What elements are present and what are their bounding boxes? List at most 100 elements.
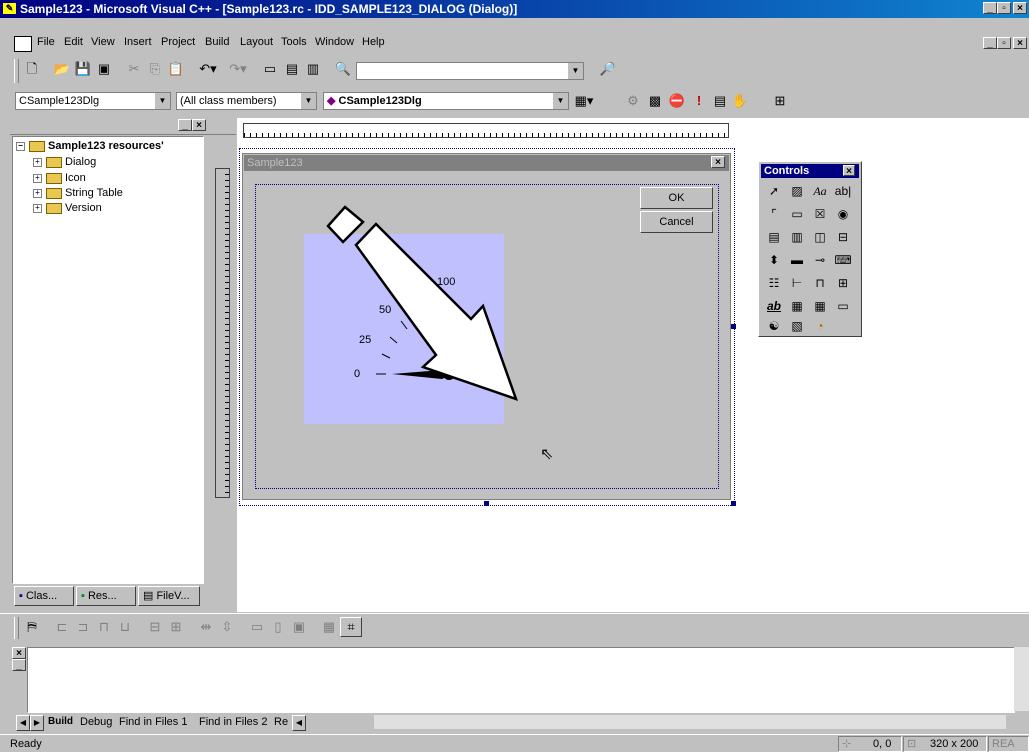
member-combo[interactable]: ◆ CSample123Dlg ▼ bbox=[323, 92, 569, 110]
redo-icon[interactable]: ↷▾ bbox=[228, 59, 248, 79]
hotkey-tool-icon[interactable]: ⌨ bbox=[832, 249, 854, 271]
output-icon[interactable]: ▤ bbox=[282, 59, 302, 79]
tab-scroll-left-icon[interactable]: ◀ bbox=[16, 715, 30, 731]
menu-file[interactable]: File bbox=[37, 36, 55, 48]
stop-build-icon[interactable]: ⛔ bbox=[667, 91, 687, 111]
align-left-icon[interactable]: ⊏ bbox=[52, 617, 72, 637]
menu-view[interactable]: View bbox=[91, 36, 115, 48]
resize-handle-corner[interactable] bbox=[731, 501, 736, 506]
output-float-button[interactable]: _ bbox=[12, 659, 26, 671]
gauge-tool-icon[interactable]: ◔ bbox=[809, 315, 831, 337]
tree-item-string-table[interactable]: + String Table bbox=[33, 187, 123, 199]
tree-item-version[interactable]: + Version bbox=[33, 202, 102, 214]
richedit-tool-icon[interactable]: ab bbox=[763, 295, 785, 317]
cut-icon[interactable]: ✂ bbox=[124, 59, 144, 79]
menu-tools[interactable]: Tools bbox=[281, 36, 307, 48]
slider-tool-icon[interactable]: ⊸ bbox=[809, 249, 831, 271]
pointer-tool-icon[interactable]: ➚ bbox=[763, 180, 785, 202]
make-same-size-icon[interactable]: ▣ bbox=[289, 617, 309, 637]
build-icon[interactable]: ▩ bbox=[645, 91, 665, 111]
tree-tool-icon[interactable]: ⊢ bbox=[786, 272, 808, 294]
hscroll-tool-icon[interactable]: ◫ bbox=[809, 226, 831, 248]
workspace-icon[interactable]: ▭ bbox=[260, 59, 280, 79]
filter-combo[interactable]: (All class members) ▼ bbox=[176, 92, 317, 110]
vscroll-tool-icon[interactable]: ⊟ bbox=[832, 226, 854, 248]
tab-scroll-right-icon[interactable]: ▶ bbox=[30, 715, 44, 731]
menu-layout[interactable]: Layout bbox=[240, 36, 273, 48]
toggle-grid-icon[interactable]: ▦ bbox=[319, 617, 339, 637]
undo-icon[interactable]: ↶▾ bbox=[198, 59, 218, 79]
space-down-icon[interactable]: ⇳ bbox=[217, 617, 237, 637]
resize-handle-right[interactable] bbox=[731, 324, 736, 329]
test-dialog-icon[interactable]: ⊞ bbox=[770, 91, 790, 111]
tab-find-in-files-1[interactable]: Find in Files 1 bbox=[119, 716, 187, 728]
copy-icon[interactable]: ⎘ bbox=[145, 59, 165, 79]
tab-fileview[interactable]: ▤ FileV... bbox=[138, 586, 200, 606]
center-vertical-icon[interactable]: ⊟ bbox=[145, 617, 165, 637]
doc-minimize-button[interactable]: _ bbox=[983, 37, 997, 49]
listctrl-tool-icon[interactable]: ☷ bbox=[763, 272, 785, 294]
compile-icon[interactable]: ⚙ bbox=[623, 91, 643, 111]
close-button[interactable]: × bbox=[1013, 2, 1027, 14]
tab-resourceview[interactable]: ▪ Res... bbox=[76, 586, 136, 606]
toggle-guides-icon[interactable]: ⌗ bbox=[340, 617, 362, 637]
spin-tool-icon[interactable]: ⬍ bbox=[763, 249, 785, 271]
resource-tree[interactable]: − Sample123 resources' + Dialog + Icon + Str… bbox=[12, 136, 204, 584]
picture-tool-icon[interactable]: ▨ bbox=[786, 180, 808, 202]
save-icon[interactable]: 💾 bbox=[73, 59, 93, 79]
menu-window[interactable]: Window bbox=[315, 36, 354, 48]
output-pane[interactable] bbox=[27, 647, 1015, 713]
button-tool-icon[interactable]: ▭ bbox=[786, 203, 808, 225]
workspace-close-button[interactable]: × bbox=[192, 119, 206, 131]
maximize-button[interactable]: ▫ bbox=[997, 2, 1011, 14]
tree-item-dialog[interactable]: + Dialog bbox=[33, 156, 96, 168]
output-vscroll[interactable] bbox=[1014, 647, 1029, 711]
datetime-tool-icon[interactable]: ▦ bbox=[786, 295, 808, 317]
center-horizontal-icon[interactable]: ⊞ bbox=[166, 617, 186, 637]
tab-scroll-arrow-icon[interactable]: ◀ bbox=[292, 715, 306, 731]
ipaddress-tool-icon[interactable]: ▭ bbox=[832, 295, 854, 317]
doc-icon[interactable] bbox=[14, 36, 32, 52]
open-icon[interactable]: 📂 bbox=[52, 59, 72, 79]
animate-tool-icon[interactable]: ⊞ bbox=[832, 272, 854, 294]
go-icon[interactable]: ▤ bbox=[710, 91, 730, 111]
find-icon[interactable]: 🔎 bbox=[598, 59, 618, 79]
radio-tool-icon[interactable]: ◉ bbox=[832, 203, 854, 225]
tab-tool-icon[interactable]: ⊓ bbox=[809, 272, 831, 294]
paste-icon[interactable]: 📋 bbox=[166, 59, 186, 79]
dialog-editor[interactable]: Sample123 × OK Cancel 0 25 50 100 ⇖ bbox=[215, 118, 1029, 612]
menu-project[interactable]: Project bbox=[161, 36, 195, 48]
align-bottom-icon[interactable]: ⊔ bbox=[115, 617, 135, 637]
test-icon[interactable]: ⛿ bbox=[22, 617, 42, 637]
tab-find-in-files-2[interactable]: Find in Files 2 bbox=[199, 716, 267, 728]
tree-root[interactable]: − Sample123 resources' bbox=[16, 140, 164, 152]
minimize-button[interactable]: _ bbox=[983, 2, 997, 14]
space-across-icon[interactable]: ⇹ bbox=[196, 617, 216, 637]
tree-item-icon[interactable]: + Icon bbox=[33, 172, 86, 184]
tab-build[interactable]: Build bbox=[48, 716, 73, 727]
output-close-button[interactable]: × bbox=[12, 647, 26, 659]
extcombo-tool-icon[interactable]: ▧ bbox=[786, 315, 808, 337]
listbox-tool-icon[interactable]: ▥ bbox=[786, 226, 808, 248]
calendar-tool-icon[interactable]: ▦ bbox=[809, 295, 831, 317]
menu-insert[interactable]: Insert bbox=[124, 36, 152, 48]
breakpoint-icon[interactable]: ✋ bbox=[730, 91, 750, 111]
controls-palette[interactable]: Controls × ➚ ▨ Aa ab| ⌜ ▭ ☒ ◉ ▤ ▥ ◫ ⊟ ⬍ … bbox=[758, 161, 862, 337]
combo-tool-icon[interactable]: ▤ bbox=[763, 226, 785, 248]
group-box-tool-icon[interactable]: ⌜ bbox=[763, 203, 785, 225]
menu-edit[interactable]: Edit bbox=[64, 36, 83, 48]
wizard-action-icon[interactable]: ▦▾ bbox=[574, 91, 594, 111]
align-right-icon[interactable]: ⊐ bbox=[73, 617, 93, 637]
execute-icon[interactable]: ! bbox=[689, 91, 709, 111]
make-same-height-icon[interactable]: ▯ bbox=[268, 617, 288, 637]
class-combo[interactable]: CSample123Dlg ▼ bbox=[15, 92, 171, 110]
new-file-icon[interactable]: 🗋 bbox=[22, 59, 42, 79]
menu-help[interactable]: Help bbox=[362, 36, 385, 48]
title-bar[interactable]: ✎ Sample123 - Microsoft Visual C++ - [Sa… bbox=[0, 0, 1029, 18]
window-list-icon[interactable]: ▥ bbox=[303, 59, 323, 79]
resize-handle-bottom[interactable] bbox=[484, 501, 489, 506]
workspace-float-button[interactable]: _ bbox=[178, 119, 192, 131]
align-top-icon[interactable]: ⊓ bbox=[94, 617, 114, 637]
tab-results[interactable]: Re bbox=[274, 716, 288, 728]
custom-tool-icon[interactable]: ☯ bbox=[763, 315, 785, 337]
